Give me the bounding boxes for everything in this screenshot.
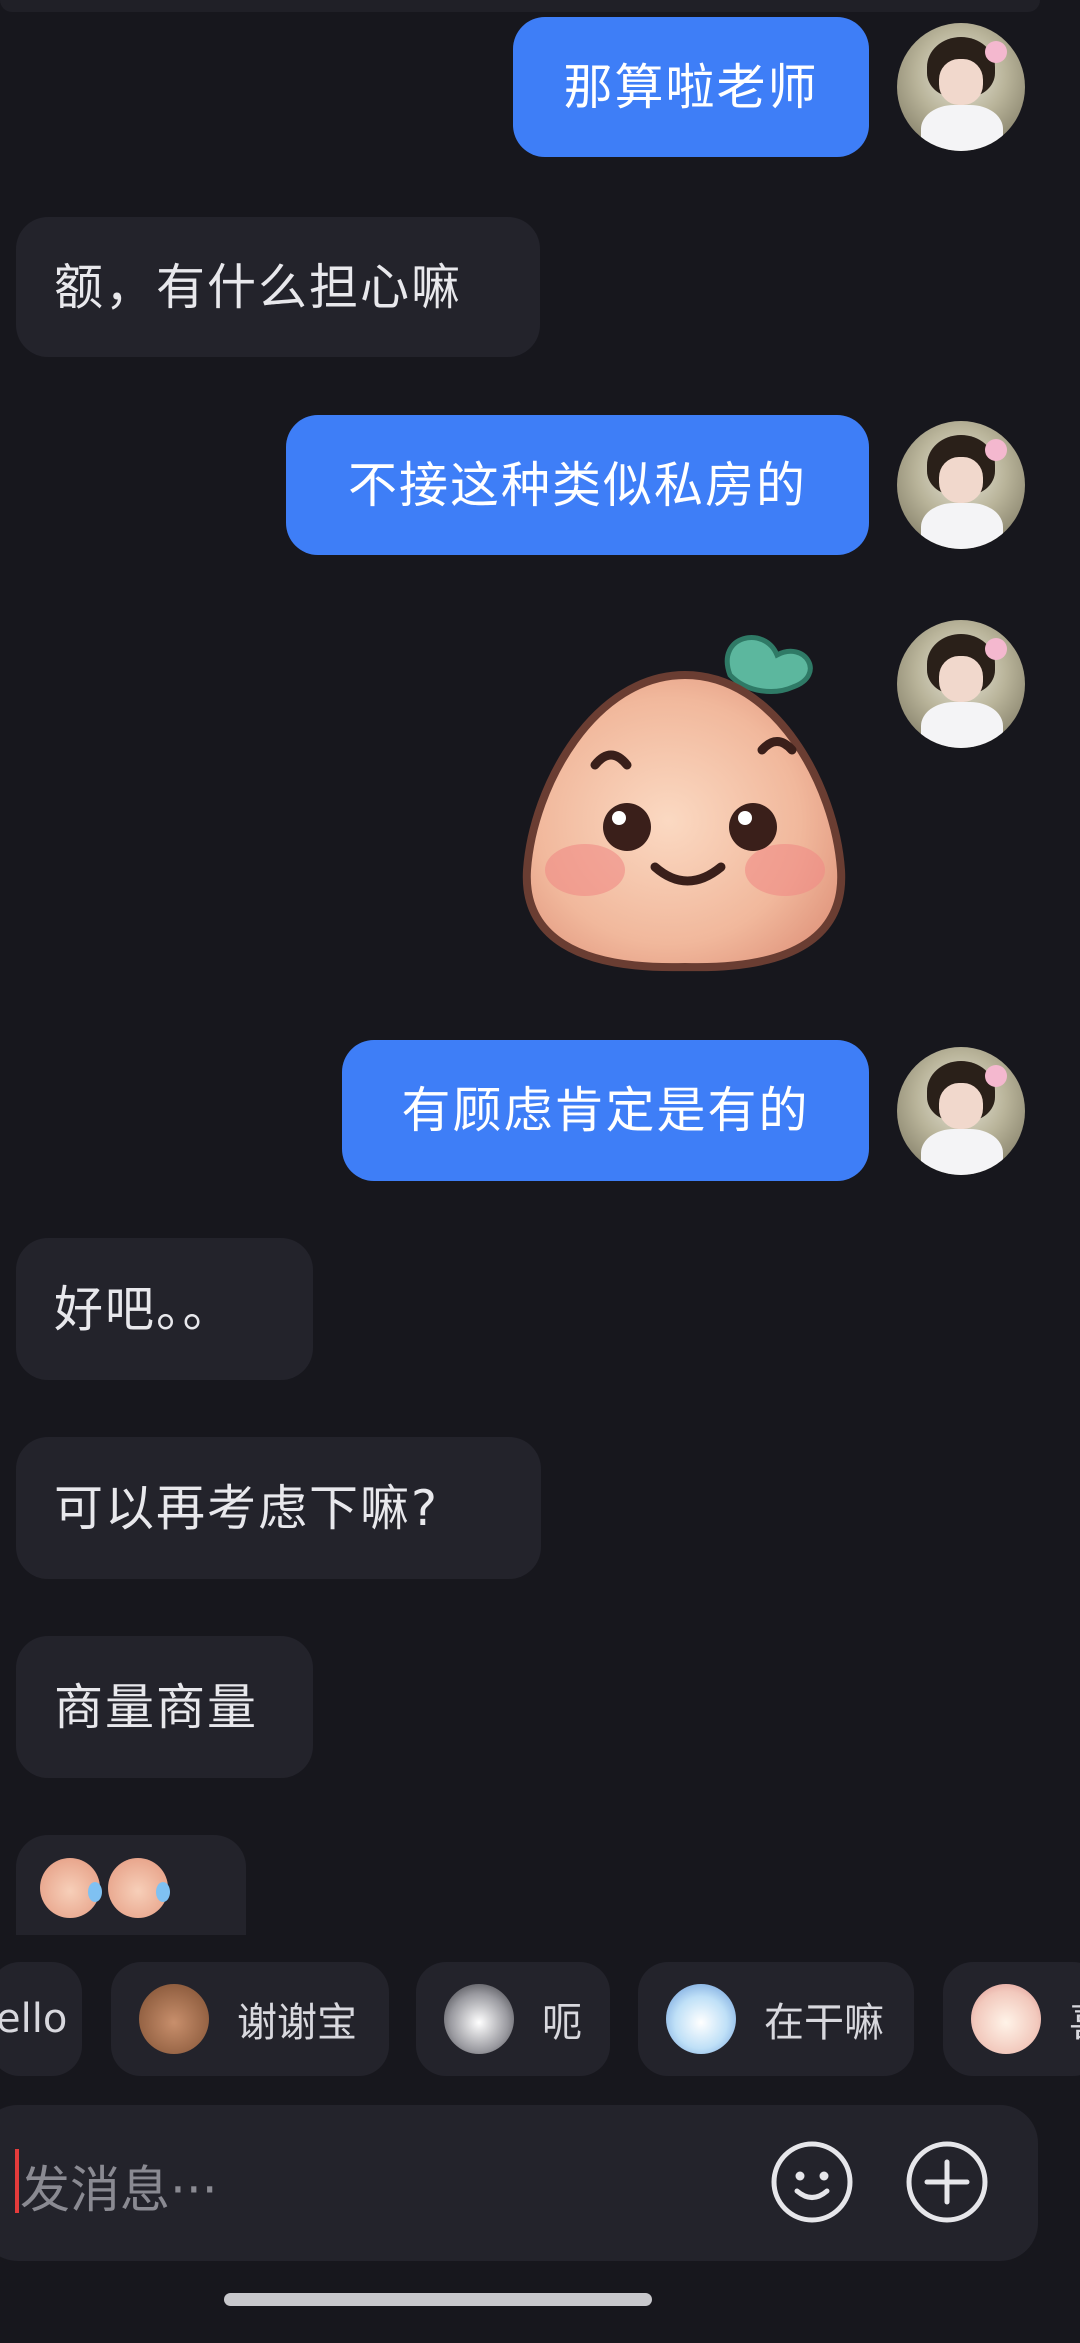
emoji-row bbox=[40, 1858, 170, 1918]
emoji-button[interactable] bbox=[770, 2140, 854, 2224]
message-text: 不接这种类似私房的 bbox=[347, 456, 807, 514]
quick-reply-label: 谢谢宝 bbox=[237, 2000, 357, 2046]
incoming-message[interactable]: 额，有什么担心嘛 bbox=[16, 217, 540, 357]
message-text: 有顾虑肯定是有的 bbox=[401, 1082, 810, 1139]
add-button[interactable] bbox=[905, 2140, 989, 2224]
sweat-face-emoji bbox=[108, 1858, 170, 1918]
peach-bun-sticker[interactable] bbox=[515, 615, 855, 975]
user-avatar[interactable] bbox=[897, 1047, 1025, 1175]
sweat-face-emoji bbox=[40, 1858, 102, 1918]
magnifier-sticker-icon bbox=[666, 1984, 736, 2054]
message-text: 好吧。。 bbox=[54, 1280, 234, 1338]
home-indicator[interactable] bbox=[224, 2293, 652, 2306]
sheep-sticker-icon bbox=[971, 1984, 1041, 2054]
message-input[interactable]: 发消息··· bbox=[20, 2150, 218, 2222]
message-text: 那算啦老师 bbox=[563, 58, 819, 116]
user-avatar[interactable] bbox=[897, 421, 1025, 549]
quick-reply-label: 在干嘛 bbox=[764, 2000, 884, 2046]
quick-reply-uh[interactable]: 呃 bbox=[416, 1962, 610, 2076]
quick-reply-label: ello bbox=[0, 1996, 68, 2042]
quick-reply-label: 呃 bbox=[542, 2000, 582, 2046]
incoming-message[interactable]: 好吧。。 bbox=[16, 1238, 313, 1380]
message-text: 商量商量 bbox=[54, 1678, 259, 1736]
quick-reply-more[interactable]: 喜 bbox=[943, 1962, 1080, 2076]
incoming-message[interactable]: 可以再考虑下嘛? bbox=[16, 1437, 541, 1579]
outgoing-message[interactable]: 那算啦老师 bbox=[513, 17, 869, 157]
message-text: 额，有什么担心嘛 bbox=[54, 258, 463, 316]
quick-reply-whats-up[interactable]: 在干嘛 bbox=[638, 1962, 914, 2076]
user-avatar[interactable] bbox=[897, 620, 1025, 748]
flower-monkey-sticker-icon bbox=[139, 1984, 209, 2054]
user-avatar[interactable] bbox=[897, 23, 1025, 151]
outgoing-message[interactable]: 有顾虑肯定是有的 bbox=[342, 1040, 869, 1181]
quick-reply-thanks[interactable]: 谢谢宝 bbox=[111, 1962, 389, 2076]
text-caret bbox=[15, 2149, 19, 2213]
cat-sticker-icon bbox=[444, 1984, 514, 2054]
incoming-message[interactable]: 商量商量 bbox=[16, 1636, 313, 1778]
top-edge bbox=[0, 0, 1040, 12]
quick-reply-hello[interactable]: ello bbox=[0, 1962, 82, 2076]
quick-reply-label: 喜 bbox=[1069, 1990, 1080, 2048]
message-text: 可以再考虑下嘛? bbox=[54, 1479, 440, 1537]
outgoing-message[interactable]: 不接这种类似私房的 bbox=[286, 415, 869, 555]
